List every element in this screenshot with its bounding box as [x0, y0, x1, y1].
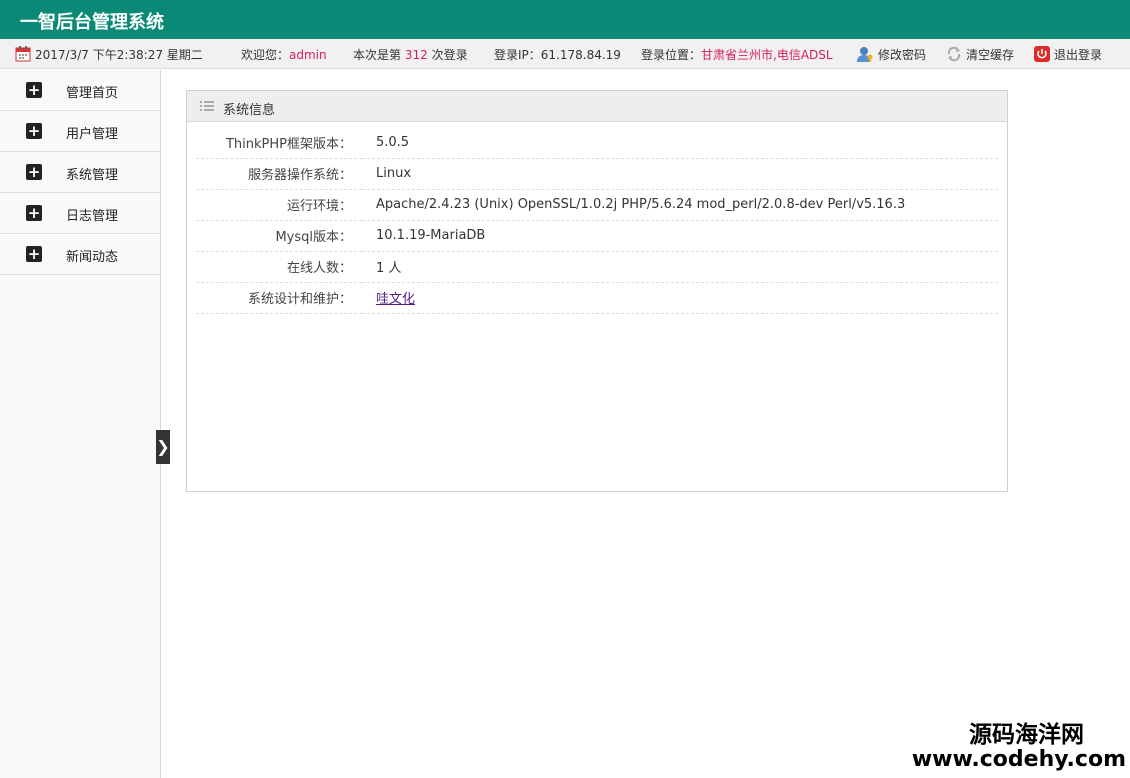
row-value: Linux: [362, 158, 998, 190]
login-location: 登录位置：甘肃省兰州市,电信ADSL: [641, 46, 833, 63]
panel-header: 系统信息: [187, 91, 1007, 122]
sidebar-collapse-button[interactable]: ❯: [156, 430, 170, 464]
plus-icon: +: [26, 204, 42, 222]
datetime-text: 2017/3/7 下午2:38:27 星期二: [35, 48, 203, 62]
welcome-prefix: 欢迎您：: [241, 48, 290, 62]
location-value: 甘肃省兰州市,电信ADSL: [701, 48, 833, 62]
panel-title: 系统信息: [223, 103, 276, 118]
login-count-prefix: 本次是第: [353, 48, 402, 62]
table-row: 在线人数： 1 人: [196, 251, 998, 283]
username: admin: [289, 48, 327, 62]
refresh-icon: [947, 46, 961, 62]
login-ip: 登录IP：61.178.84.19: [494, 48, 621, 62]
watermark-name: 源码海洋网: [969, 722, 1084, 748]
sidebar-item-users[interactable]: + 用户管理: [0, 111, 160, 152]
row-value: 10.1.19-MariaDB: [362, 220, 998, 252]
system-info-panel: 系统信息 ThinkPHP框架版本： 5.0.5 服务器操作系统： Linux …: [186, 90, 1008, 492]
row-value: 5.0.5: [362, 127, 998, 159]
row-label: 运行环境：: [196, 189, 362, 221]
row-label: 系统设计和维护：: [196, 282, 362, 314]
plus-icon: +: [26, 245, 42, 263]
datetime: 2017/3/7 下午2:38:27 星期二: [15, 46, 203, 63]
row-value: Apache/2.4.23 (Unix) OpenSSL/1.0.2j PHP/…: [362, 189, 998, 221]
sidebar-item-logs[interactable]: + 日志管理: [0, 193, 160, 234]
table-row: 服务器操作系统： Linux: [196, 158, 998, 190]
row-label: 在线人数：: [196, 251, 362, 283]
sidebar-item-label: 日志管理: [66, 209, 119, 224]
sidebar-item-home[interactable]: + 管理首页: [0, 70, 160, 111]
row-label: ThinkPHP框架版本：: [196, 127, 362, 159]
sidebar-item-label: 用户管理: [66, 127, 119, 142]
table-row: ThinkPHP框架版本： 5.0.5: [196, 127, 998, 159]
sidebar-item-label: 系统管理: [66, 168, 119, 183]
top-header: 一智后台管理系统: [0, 0, 1130, 39]
row-value: 哇文化: [362, 282, 998, 314]
app-title: 一智后台管理系统: [20, 12, 164, 33]
system-info-table: ThinkPHP框架版本： 5.0.5 服务器操作系统： Linux 运行环境：…: [196, 127, 998, 314]
sidebar-item-system[interactable]: + 系统管理: [0, 152, 160, 193]
sidebar-item-label: 新闻动态: [66, 250, 119, 265]
plus-icon: +: [26, 81, 42, 99]
watermark-url: www.codehy.com: [911, 747, 1126, 772]
plus-icon: +: [26, 122, 42, 140]
calendar-icon: [15, 46, 31, 62]
watermark: 源码海洋网 www.codehy.com: [912, 722, 1126, 772]
location-prefix: 登录位置：: [641, 48, 702, 62]
list-icon: [200, 101, 214, 111]
row-label: Mysql版本：: [196, 220, 362, 252]
login-count-value: 312: [404, 48, 428, 62]
change-password-link[interactable]: 修改密码: [857, 46, 926, 63]
info-bar: 2017/3/7 下午2:38:27 星期二 欢迎您：admin 本次是第 31…: [0, 39, 1130, 69]
row-label: 服务器操作系统：: [196, 158, 362, 190]
table-row: 系统设计和维护： 哇文化: [196, 282, 998, 314]
plus-icon: +: [26, 163, 42, 181]
login-count: 本次是第 312 次登录: [353, 46, 468, 63]
logout-link[interactable]: 退出登录: [1034, 46, 1102, 63]
sidebar-item-news[interactable]: + 新闻动态: [0, 234, 160, 275]
online-count-value: 1 人: [362, 251, 998, 283]
maintainer-link[interactable]: 哇文化: [376, 292, 415, 307]
table-row: Mysql版本： 10.1.19-MariaDB: [196, 220, 998, 252]
user-key-icon: [857, 47, 873, 62]
table-row: 运行环境： Apache/2.4.23 (Unix) OpenSSL/1.0.2…: [196, 189, 998, 221]
clear-cache-link[interactable]: 清空缓存: [946, 46, 1014, 63]
welcome: 欢迎您：admin: [241, 46, 327, 63]
sidebar-item-label: 管理首页: [66, 86, 119, 101]
power-icon: [1034, 46, 1050, 62]
sidebar: + 管理首页 + 用户管理 + 系统管理 + 日志管理 + 新闻动态: [0, 70, 161, 778]
login-count-suffix: 次登录: [431, 48, 468, 62]
clear-cache-label: 清空缓存: [966, 48, 1015, 62]
logout-label: 退出登录: [1054, 48, 1103, 62]
change-password-label: 修改密码: [878, 48, 927, 62]
